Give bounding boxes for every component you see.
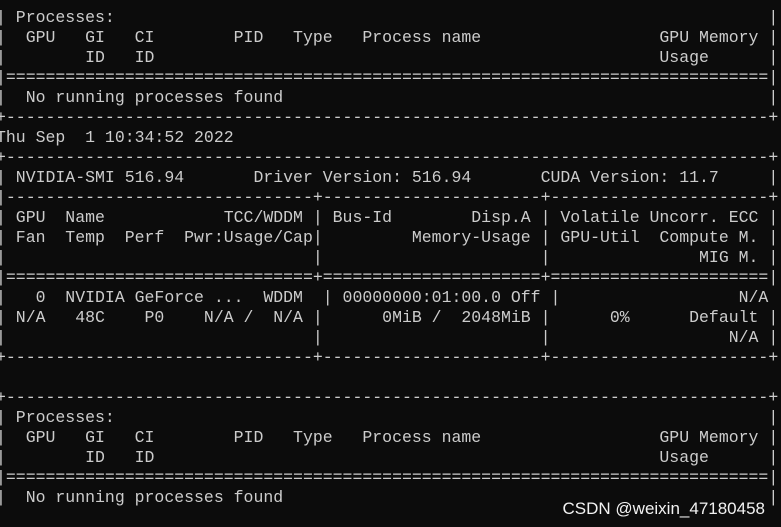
terminal-line: | NVIDIA-SMI 516.94 Driver Version: 516.… [0, 168, 779, 187]
terminal-line: | Fan Temp Perf Pwr:Usage/Cap| Memory-Us… [0, 228, 779, 247]
terminal-line: | Processes: | [0, 8, 779, 27]
terminal-line: |-------------------------------+-------… [0, 188, 779, 207]
terminal-line: +-------------------------------+-------… [0, 348, 779, 367]
terminal-line: | GPU Name TCC/WDDM | Bus-Id Disp.A | Vo… [0, 208, 779, 227]
terminal-line: |=======================================… [0, 468, 779, 487]
nvidia-smi-output: | Processes: | | GPU GI CI PID Type Proce… [0, 8, 781, 508]
terminal-line: +---------------------------------------… [0, 388, 779, 407]
terminal-line: +---------------------------------------… [0, 108, 779, 127]
terminal-line: | 0 NVIDIA GeForce ... WDDM | 00000000:0… [0, 288, 781, 307]
terminal-line: | GPU GI CI PID Type Process name GPU Me… [0, 28, 779, 47]
terminal-line: | | | N/A | [0, 328, 779, 347]
terminal-line: Thu Sep 1 10:34:52 2022 [0, 128, 234, 147]
terminal-line: | | | MIG M. | [0, 248, 779, 267]
terminal-line: | ID ID Usage | [0, 448, 779, 467]
terminal-line: | Processes: | [0, 408, 779, 427]
terminal-line: | GPU GI CI PID Type Process name GPU Me… [0, 428, 779, 447]
terminal-line: +---------------------------------------… [0, 148, 779, 167]
terminal-line: |=======================================… [0, 68, 779, 87]
terminal-line: | N/A 48C P0 N/A / N/A | 0MiB / 2048MiB … [0, 308, 779, 327]
terminal-window[interactable]: | Processes: | | GPU GI CI PID Type Proce… [0, 0, 781, 527]
terminal-line: | No running processes found | [0, 88, 779, 107]
terminal-line: |===============================+=======… [0, 268, 779, 287]
csdn-watermark: CSDN @weixin_47180458 [562, 499, 765, 518]
terminal-line: | ID ID Usage | [0, 48, 779, 67]
